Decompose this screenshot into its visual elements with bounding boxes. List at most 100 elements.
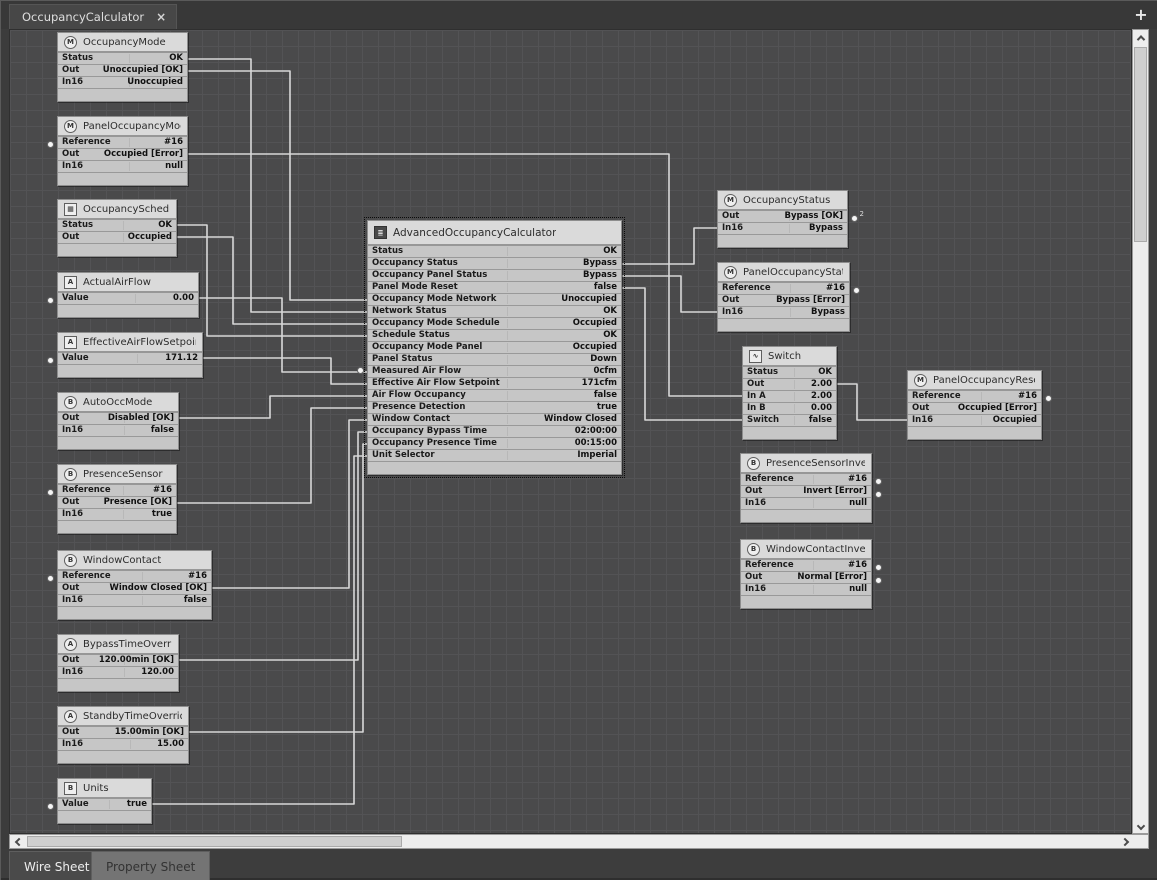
block-slot-in16[interactable]: In16null (741, 498, 871, 510)
block-slot-out[interactable]: Out2.00 (743, 379, 836, 391)
horizontal-scrollbar-thumb[interactable] (27, 836, 402, 847)
input-port-dot[interactable] (47, 141, 54, 148)
vertical-scrollbar[interactable] (1132, 29, 1149, 834)
block-slot-out[interactable]: OutWindow Closed [OK] (58, 583, 211, 595)
block-header[interactable]: AEffectiveAirFlowSetpoint (58, 333, 202, 353)
block-slot-in16[interactable]: In16120.00 (58, 667, 178, 679)
block-slot-reference[interactable]: Reference#16 (58, 485, 176, 497)
block-header[interactable]: BPresenceSensorInvert (741, 454, 871, 474)
function-block-bypass-time-override[interactable]: ABypassTimeOverrideOut120.00min [OK]In16… (57, 634, 179, 692)
wire-calc-panel-status-to-panel-occupancy-status-in16[interactable] (622, 276, 717, 312)
block-slot-occupancy-mode-panel[interactable]: Occupancy Mode PanelOccupied (368, 342, 621, 354)
wire-standby-time-to-occupancy-presence-time[interactable] (189, 444, 367, 732)
block-header[interactable]: ABypassTimeOverride (58, 635, 178, 655)
block-slot-in-b[interactable]: In B0.00 (743, 403, 836, 415)
block-header[interactable]: ≣AdvancedOccupancyCalculator (368, 221, 621, 246)
function-block-panel-occupancy-status[interactable]: MPanelOccupancyStatusReference#16OutBypa… (717, 262, 850, 332)
block-slot-reference[interactable]: Reference#16 (741, 560, 871, 572)
input-port-dot[interactable] (47, 297, 54, 304)
block-header[interactable]: AActualAirFlow (58, 273, 198, 293)
block-slot-occupancy-bypass-time[interactable]: Occupancy Bypass Time02:00:00 (368, 426, 621, 438)
block-slot-schedule-status[interactable]: Schedule StatusOK (368, 330, 621, 342)
block-slot-in16[interactable]: In16Occupied (908, 415, 1041, 427)
output-port-dot[interactable] (853, 287, 860, 294)
block-slot-in16[interactable]: In16false (58, 425, 178, 437)
block-slot-in-a[interactable]: In A2.00 (743, 391, 836, 403)
block-slot-window-contact[interactable]: Window ContactWindow Closed (368, 414, 621, 426)
scroll-left-button[interactable] (11, 835, 26, 848)
block-slot-reference[interactable]: Reference#16 (741, 474, 871, 486)
input-port-dot[interactable] (47, 575, 54, 582)
block-slot-panel-mode-reset[interactable]: Panel Mode Resetfalse (368, 282, 621, 294)
function-block-switch[interactable]: ∿SwitchStatusOKOut2.00In A2.00In B0.00Sw… (742, 346, 837, 440)
block-slot-value[interactable]: Value0.00 (58, 293, 198, 305)
block-header[interactable]: MOccupancyStatus (718, 191, 847, 211)
block-slot-out[interactable]: OutOccupied [Error] (908, 403, 1041, 415)
scroll-down-button[interactable] (1133, 819, 1148, 832)
wire-bypass-time-to-occupancy-bypass-time[interactable] (179, 432, 367, 660)
block-slot-in16[interactable]: In16Unoccupied (58, 77, 187, 89)
wire-presence-sensor-to-presence-detection[interactable] (177, 408, 367, 503)
block-slot-status[interactable]: StatusOK (743, 367, 836, 379)
block-slot-occupancy-status[interactable]: Occupancy StatusBypass (368, 258, 621, 270)
function-block-occupancy-status[interactable]: MOccupancyStatusOutBypass [OK]2In16Bypas… (717, 190, 848, 248)
block-header[interactable]: MPanelOccupancyReset (908, 371, 1041, 391)
output-port-dot[interactable] (875, 491, 882, 498)
input-port-dot[interactable] (47, 489, 54, 496)
wire-auto-occ-mode-to-air-flow-occupancy[interactable] (179, 396, 367, 418)
block-header[interactable]: BPresenceSensor (58, 465, 176, 485)
new-tab-button[interactable]: + (1133, 5, 1149, 24)
block-slot-out[interactable]: OutBypass [OK] (718, 211, 847, 223)
wire-switch-out-to-panel-occupancy-reset-in16[interactable] (837, 384, 907, 420)
block-slot-out[interactable]: OutInvert [Error] (741, 486, 871, 498)
block-slot-air-flow-occupancy[interactable]: Air Flow Occupancyfalse (368, 390, 621, 402)
block-slot-effective-air-flow-setpoint[interactable]: Effective Air Flow Setpoint171cfm (368, 378, 621, 390)
function-block-presence-sensor-invert[interactable]: BPresenceSensorInvertReference#16OutInve… (740, 453, 872, 523)
wire-occupancy-schedule-out-to-occupancy-mode-schedule[interactable] (177, 237, 367, 324)
function-block-panel-occupancy-mode[interactable]: MPanelOccupancyModeReference#16OutOccupi… (57, 116, 188, 186)
block-slot-out[interactable]: OutOccupied (58, 232, 176, 244)
wire-sheet-canvas[interactable]: MOccupancyModeStatusOKOutUnoccupied [OK]… (9, 29, 1132, 834)
block-slot-network-status[interactable]: Network StatusOK (368, 306, 621, 318)
input-port-dot[interactable] (357, 367, 364, 374)
wire-occupancy-mode-out-to-occupancy-mode-network[interactable] (188, 71, 367, 300)
tab-property-sheet[interactable]: Property Sheet (91, 851, 210, 880)
block-slot-in16[interactable]: In16false (58, 595, 211, 607)
wire-calc-occupancy-status-to-occupancy-status-in16[interactable] (622, 228, 717, 264)
block-header[interactable]: ∿Switch (743, 347, 836, 367)
block-slot-reference[interactable]: Reference#16 (908, 391, 1041, 403)
output-port-dot[interactable] (851, 215, 858, 222)
input-port-dot[interactable] (47, 357, 54, 364)
block-header[interactable]: BWindowContactInvert (741, 540, 871, 560)
input-port-dot[interactable] (47, 803, 54, 810)
wire-window-contact-to-window-contact[interactable] (212, 420, 367, 588)
block-slot-occupancy-mode-network[interactable]: Occupancy Mode NetworkUnoccupied (368, 294, 621, 306)
block-slot-out[interactable]: OutNormal [Error] (741, 572, 871, 584)
block-slot-status[interactable]: StatusOK (368, 246, 621, 258)
block-slot-unit-selector[interactable]: Unit SelectorImperial (368, 450, 621, 462)
block-header[interactable]: AStandbyTimeOverride (58, 707, 188, 727)
scroll-up-button[interactable] (1133, 31, 1148, 44)
vertical-scrollbar-thumb[interactable] (1134, 47, 1147, 242)
function-block-occupancy-mode[interactable]: MOccupancyModeStatusOKOutUnoccupied [OK]… (57, 32, 188, 102)
block-header[interactable]: BWindowContact (58, 551, 211, 571)
block-slot-presence-detection[interactable]: Presence Detectiontrue (368, 402, 621, 414)
block-slot-occupancy-presence-time[interactable]: Occupancy Presence Time00:15:00 (368, 438, 621, 450)
function-block-units[interactable]: BUnitsValuetrue (57, 778, 152, 824)
block-slot-out[interactable]: OutDisabled [OK] (58, 413, 178, 425)
block-slot-in16[interactable]: In16null (58, 161, 187, 173)
block-slot-out[interactable]: OutPresence [OK] (58, 497, 176, 509)
block-slot-in16[interactable]: In16null (741, 584, 871, 596)
function-block-standby-time-override[interactable]: AStandbyTimeOverrideOut15.00min [OK]In16… (57, 706, 189, 764)
block-slot-value[interactable]: Valuetrue (58, 799, 151, 811)
function-block-actual-air-flow[interactable]: AActualAirFlowValue0.00 (57, 272, 199, 318)
block-slot-switch[interactable]: Switchfalse (743, 415, 836, 427)
block-slot-in16[interactable]: In16Bypass (718, 307, 849, 319)
tab-occupancy-calculator[interactable]: OccupancyCalculator × (9, 4, 177, 29)
block-slot-value[interactable]: Value171.12 (58, 353, 202, 365)
scroll-right-button[interactable] (1117, 835, 1132, 848)
block-header[interactable]: BUnits (58, 779, 151, 799)
output-port-dot[interactable] (875, 478, 882, 485)
block-slot-in16[interactable]: In1615.00 (58, 739, 188, 751)
output-port-dot[interactable] (1045, 395, 1052, 402)
